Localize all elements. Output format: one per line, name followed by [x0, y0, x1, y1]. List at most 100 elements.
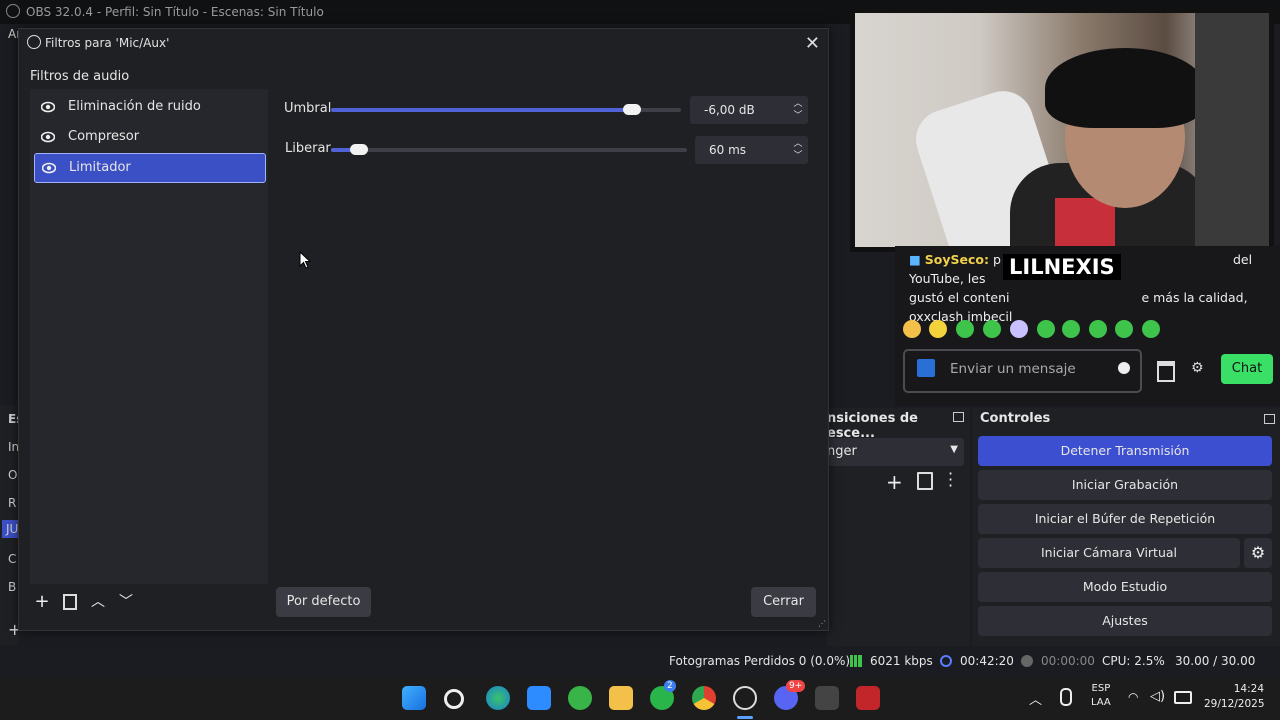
- chevron-down-icon[interactable]: ﹀: [792, 150, 804, 162]
- threshold-spinbox[interactable]: -6,00 dB ︿ ﹀: [690, 96, 808, 124]
- chat-emote-icon: [1089, 320, 1107, 338]
- plus-icon[interactable]: +: [886, 470, 903, 494]
- arrow-down-icon[interactable]: ﹀: [115, 591, 137, 613]
- microphone-icon[interactable]: [1060, 688, 1072, 706]
- chat-emote-icon: [983, 320, 1001, 338]
- chat-emote-icon: [1142, 320, 1160, 338]
- stream-live-icon: [940, 655, 952, 667]
- dialog-titlebar: Filtros para 'Mic/Aux': [27, 35, 169, 50]
- chat-button[interactable]: Chat: [1221, 354, 1273, 384]
- source-letter[interactable]: O: [8, 468, 17, 482]
- plus-icon[interactable]: +: [31, 591, 53, 613]
- chat-emote-icon: [1037, 320, 1055, 338]
- source-letter[interactable]: C: [8, 552, 16, 566]
- stop-stream-button[interactable]: Detener Transmisión: [978, 436, 1272, 466]
- webcam-overlay: [850, 8, 1274, 252]
- source-letter[interactable]: B: [8, 580, 16, 594]
- chat-input[interactable]: Enviar un mensaje: [903, 349, 1142, 393]
- filter-item-limiter[interactable]: Limitador: [34, 153, 266, 183]
- gear-icon[interactable]: ⚙: [1244, 538, 1272, 568]
- threshold-slider-handle[interactable]: [623, 104, 641, 115]
- filter-item-label: Compresor: [68, 129, 140, 144]
- chevron-down-icon[interactable]: ﹀: [792, 110, 804, 122]
- recording-time: 00:00:00: [1041, 654, 1095, 668]
- obs-taskbar-icon[interactable]: [733, 686, 757, 710]
- release-slider[interactable]: [331, 144, 687, 155]
- start-recording-button[interactable]: Iniciar Grabación: [978, 470, 1272, 500]
- filter-item-noise-suppression[interactable]: Eliminación de ruido: [34, 93, 264, 121]
- close-icon[interactable]: ✕: [805, 33, 820, 54]
- search-icon[interactable]: [444, 689, 464, 709]
- gear-icon[interactable]: ⚙: [1191, 360, 1204, 376]
- streamer-name-overlay: LILNEXIS: [1003, 254, 1121, 280]
- transition-select[interactable]: nger ▼: [827, 438, 964, 466]
- threshold-slider-fill: [331, 108, 632, 112]
- resize-grip-icon[interactable]: ⋰: [818, 619, 826, 628]
- store-app-icon[interactable]: [527, 686, 551, 710]
- release-spinbox[interactable]: 60 ms ︿ ﹀: [695, 136, 808, 164]
- clock-date: 29/12/2025: [1204, 698, 1265, 710]
- source-letter[interactable]: R: [8, 496, 16, 510]
- clock[interactable]: 14:24 29/12/2025: [1204, 682, 1265, 712]
- store-icon[interactable]: [1157, 361, 1175, 382]
- voicemeeter-icon[interactable]: [856, 686, 880, 710]
- xbox-icon[interactable]: [568, 686, 592, 710]
- dialog-title: Filtros para 'Mic/Aux': [45, 36, 170, 50]
- settings-button[interactable]: Ajustes: [978, 606, 1272, 636]
- app-icon[interactable]: [815, 686, 839, 710]
- spin-arrows[interactable]: ︿ ﹀: [792, 98, 804, 122]
- close-button[interactable]: Cerrar: [751, 587, 816, 617]
- trash-icon[interactable]: [917, 472, 933, 490]
- threshold-value: -6,00 dB: [704, 103, 755, 117]
- kebab-menu-icon[interactable]: · · ·: [948, 466, 953, 494]
- studio-mode-button[interactable]: Modo Estudio: [978, 572, 1272, 602]
- volume-icon[interactable]: ◁): [1150, 689, 1165, 704]
- threshold-slider[interactable]: [331, 104, 681, 115]
- start-replay-buffer-button[interactable]: Iniciar el Búfer de Repetición: [978, 504, 1272, 534]
- emoji-icon[interactable]: [1118, 362, 1130, 374]
- eye-icon[interactable]: [41, 100, 55, 114]
- stream-time: 00:42:20: [960, 654, 1014, 668]
- dock-float-icon[interactable]: [1264, 414, 1275, 424]
- file-explorer-icon[interactable]: [609, 686, 633, 710]
- language-code: ESP: [1091, 683, 1111, 694]
- chat-emote-icon: [929, 320, 947, 338]
- arrow-up-icon[interactable]: ︿: [87, 591, 109, 613]
- dock-float-icon[interactable]: [953, 412, 964, 422]
- release-label: Liberar: [285, 141, 331, 156]
- transition-select-value: nger: [827, 444, 857, 459]
- eye-icon[interactable]: [42, 161, 56, 175]
- active-app-indicator: [737, 716, 753, 719]
- pin-icon: [917, 359, 935, 377]
- dark-wardrobe: [1195, 13, 1269, 247]
- windows-taskbar: 2 9+ ︿ ESP LAA ◠ ◁) 14:24 29/12/2025: [0, 676, 1280, 720]
- release-value: 60 ms: [709, 143, 747, 157]
- defaults-button[interactable]: Por defecto: [276, 587, 371, 617]
- windows-start-icon[interactable]: [402, 686, 426, 710]
- chevron-up-icon[interactable]: ︿: [792, 138, 804, 150]
- whatsapp-icon[interactable]: 2: [650, 680, 676, 710]
- language-indicator[interactable]: ESP LAA: [1091, 682, 1111, 710]
- release-slider-handle[interactable]: [350, 144, 368, 155]
- eye-icon[interactable]: [41, 130, 55, 144]
- bitrate: 6021 kbps: [870, 654, 933, 668]
- battery-icon[interactable]: [1174, 691, 1192, 704]
- cpu-usage: CPU: 2.5%: [1102, 654, 1165, 668]
- chevron-up-icon[interactable]: ︿: [792, 98, 804, 110]
- wifi-icon[interactable]: ◠: [1128, 690, 1138, 704]
- chrome-icon[interactable]: [692, 686, 716, 710]
- obs-logo-icon: [27, 35, 41, 49]
- start-virtual-camera-button[interactable]: Iniciar Cámara Virtual: [978, 538, 1240, 568]
- edge-browser-icon[interactable]: [486, 686, 510, 710]
- trash-icon[interactable]: [59, 591, 81, 613]
- keyboard-layout: LAA: [1091, 697, 1111, 708]
- spin-arrows[interactable]: ︿ ﹀: [792, 138, 804, 162]
- filter-item-compressor[interactable]: Compresor: [34, 123, 264, 151]
- audio-filters-label: Filtros de audio: [30, 69, 130, 84]
- discord-badge: 9+: [786, 680, 806, 692]
- chevron-up-icon[interactable]: ︿: [1029, 689, 1042, 708]
- chat-username[interactable]: SoySeco:: [925, 252, 989, 267]
- discord-icon[interactable]: 9+: [774, 680, 806, 710]
- chat-input-placeholder: Enviar un mensaje: [950, 361, 1076, 377]
- record-icon: [1021, 655, 1033, 667]
